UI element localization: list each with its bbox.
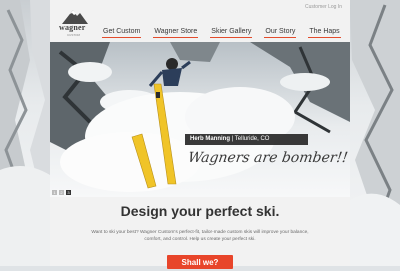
customer-login-link[interactable]: Customer Log In [305, 4, 342, 10]
caption-location: | Telluride, CO [230, 136, 270, 142]
shall-we-button[interactable]: Shall we? [167, 255, 233, 269]
brand-subtitle: CUSTOM [67, 33, 80, 37]
hero-tagline: Wagners are bomber!! [186, 150, 349, 166]
page-headline: Design your perfect ski. [120, 203, 280, 219]
slideshow-pager: 1 2 3 [52, 190, 71, 195]
main-page: wagner CUSTOM Customer Log In Get Custom… [50, 0, 350, 269]
main-nav: Get Custom Wagner Store Skier Gallery Ou… [102, 28, 353, 38]
pager-dot-1[interactable]: 1 [52, 190, 57, 195]
intro-text: Want to ski your best? Wagner Custom's p… [91, 230, 309, 242]
photo-caption: Herb Manning | Telluride, CO [185, 134, 308, 145]
nav-our-story[interactable]: Our Story [264, 28, 297, 38]
nav-the-haps[interactable]: The Haps [308, 28, 341, 38]
pager-dot-3[interactable]: 3 [66, 190, 71, 195]
nav-get-custom[interactable]: Get Custom [102, 28, 142, 38]
nav-skier-gallery[interactable]: Skier Gallery [210, 28, 253, 38]
nav-wagner-store[interactable]: Wagner Store [153, 28, 199, 38]
skier-powder-illustration [50, 42, 350, 192]
brand-name[interactable]: wagner [59, 23, 86, 32]
site-header: wagner CUSTOM Customer Log In Get Custom… [50, 0, 350, 40]
pager-dot-2[interactable]: 2 [59, 190, 64, 195]
hero-photo: Herb Manning | Telluride, CO Wagners are… [50, 42, 350, 197]
caption-skier-name: Herb Manning [190, 136, 230, 142]
